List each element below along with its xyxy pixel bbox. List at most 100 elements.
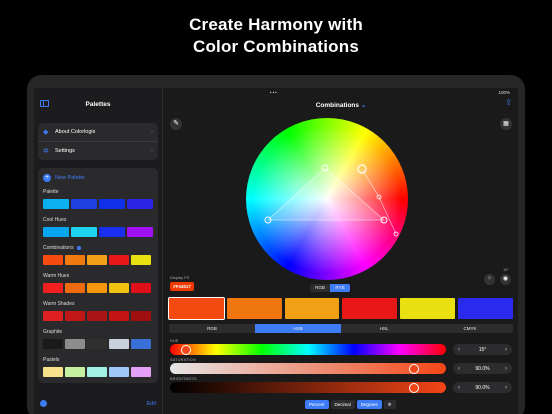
palette-swatch xyxy=(43,283,63,293)
saturation-slider-knob[interactable] xyxy=(409,363,420,374)
hue-slider-knob[interactable] xyxy=(180,344,191,355)
tab-cmyk[interactable]: CMYK xyxy=(427,324,513,333)
headline: Create Harmony with Color Combinations xyxy=(0,14,552,58)
combination-swatch[interactable] xyxy=(342,298,398,319)
wheel-tools: ⁘ ◉ xyxy=(484,258,514,288)
gear-icon: ✲ xyxy=(43,147,49,155)
palette-name: Warm Hues xyxy=(43,272,155,280)
combination-swatch[interactable] xyxy=(400,298,456,319)
palette-swatch xyxy=(109,283,129,293)
wheel-model-rgb[interactable]: RGB xyxy=(310,284,330,292)
palette-swatch xyxy=(109,255,129,265)
unit-degrees[interactable]: Degrees xyxy=(356,400,382,409)
new-palette-label: New Palette xyxy=(55,175,85,181)
hue-label: HUE xyxy=(170,339,179,343)
palette-swatch xyxy=(87,339,107,349)
palette-item[interactable]: Cool Hues xyxy=(43,216,155,237)
palette-swatch xyxy=(87,311,107,321)
palette-swatch xyxy=(131,311,151,321)
palette-name: Combinations xyxy=(43,244,155,252)
palette-item[interactable]: Warm Hues xyxy=(43,272,155,293)
palette-swatch xyxy=(65,311,85,321)
hue-value[interactable]: 15° xyxy=(465,347,500,353)
palette-item[interactable]: Palette xyxy=(43,188,155,209)
palette-name-text: Warm Hues xyxy=(43,273,70,279)
brightness-slider-knob[interactable] xyxy=(409,382,420,393)
slider-settings-icon[interactable]: ✲ xyxy=(383,400,396,409)
chevron-left-icon[interactable]: ‹ xyxy=(453,385,465,391)
info-icon[interactable] xyxy=(76,246,81,250)
unit-percent[interactable]: Percent xyxy=(305,400,329,409)
palette-swatches xyxy=(43,367,155,377)
palette-item[interactable]: Warm Shades xyxy=(43,300,155,321)
sidebar: Palettes ◆ About Colorlogix › ✲ Settings… xyxy=(34,88,163,414)
wheel-model-toggle: RGB RYB xyxy=(310,284,350,292)
palette-swatch xyxy=(71,199,97,209)
brightness-label: BRIGHTNESS xyxy=(170,377,197,381)
palette-swatches xyxy=(43,339,155,349)
combination-swatch[interactable] xyxy=(284,298,340,319)
palette-settings-icon[interactable] xyxy=(40,400,47,407)
brightness-value[interactable]: 90.0% xyxy=(465,385,500,391)
unit-options: Percent Decimal Degrees ✲ xyxy=(305,400,396,409)
palette-name: Graphite xyxy=(43,328,155,336)
palette-swatch xyxy=(87,255,107,265)
combination-swatch[interactable] xyxy=(458,298,513,319)
palette-swatch xyxy=(65,255,85,265)
saturation-stepper: ‹ 90.0% › xyxy=(453,363,512,374)
new-palette-button[interactable]: + New Palette xyxy=(43,173,85,183)
combination-swatch[interactable] xyxy=(168,297,225,320)
target-icon[interactable]: ◉ xyxy=(500,274,511,285)
tab-rgb[interactable]: RGB xyxy=(169,324,255,333)
scatter-icon[interactable]: ⁘ xyxy=(484,274,495,285)
share-icon[interactable]: ⇪ xyxy=(505,98,512,107)
palette-swatch xyxy=(109,339,129,349)
palette-swatch xyxy=(43,311,63,321)
palette-item[interactable]: Combinations xyxy=(43,244,155,265)
palette-swatch xyxy=(87,283,107,293)
unit-decimal[interactable]: Decimal xyxy=(330,400,355,409)
palette-name-text: Warm Shades xyxy=(43,301,75,307)
palette-name-text: Palette xyxy=(43,189,59,195)
main-panel: Combinations ⌄ ⇪ ✎ ▦ ⁘ ◉ 15° Display P3 … xyxy=(164,88,518,414)
palette-swatches xyxy=(43,283,155,293)
combination-swatches xyxy=(168,297,513,320)
hex-value-badge[interactable]: #F44617 xyxy=(170,282,194,291)
palette-swatch xyxy=(65,283,85,293)
chevron-right-icon[interactable]: › xyxy=(500,385,512,391)
edit-button[interactable]: Edit xyxy=(147,401,156,407)
palette-name: Palette xyxy=(43,188,155,196)
chevron-left-icon[interactable]: ‹ xyxy=(453,347,465,353)
brightness-slider[interactable] xyxy=(170,382,446,393)
chevron-right-icon[interactable]: › xyxy=(500,347,512,353)
saturation-slider[interactable] xyxy=(170,363,446,374)
color-space-label: Display P3 xyxy=(170,275,190,280)
menu-item-settings[interactable]: ✲ Settings › xyxy=(38,141,158,159)
chevron-left-icon[interactable]: ‹ xyxy=(453,366,465,372)
chevron-right-icon[interactable]: › xyxy=(500,366,512,372)
eyedropper-icon[interactable]: ✎ xyxy=(170,118,182,130)
palette-swatch xyxy=(43,339,63,349)
palette-swatches xyxy=(43,199,155,209)
grid-icon[interactable]: ▦ xyxy=(500,118,512,130)
combination-picker[interactable]: Combinations ⌄ xyxy=(164,101,518,109)
sidebar-menu: ◆ About Colorlogix › ✲ Settings › xyxy=(38,123,158,160)
hue-stepper: ‹ 15° › xyxy=(453,344,512,355)
sidebar-footer: Edit xyxy=(34,400,162,410)
plus-icon: + xyxy=(43,174,51,182)
palette-swatch xyxy=(43,199,69,209)
palette-name: Cool Hues xyxy=(43,216,155,224)
palette-item[interactable]: Pastels xyxy=(43,356,155,377)
palette-name: Warm Shades xyxy=(43,300,155,308)
menu-item-about[interactable]: ◆ About Colorlogix › xyxy=(38,123,158,141)
sidebar-title: Palettes xyxy=(85,101,111,108)
tab-hsb[interactable]: HSB xyxy=(255,324,341,333)
palette-swatch xyxy=(99,199,125,209)
saturation-value[interactable]: 90.0% xyxy=(465,366,500,372)
combination-swatch[interactable] xyxy=(226,298,282,319)
palette-item[interactable]: Graphite xyxy=(43,328,155,349)
palette-swatch xyxy=(109,367,129,377)
tab-hsl[interactable]: HSL xyxy=(341,324,427,333)
hue-slider[interactable] xyxy=(170,344,446,355)
wheel-model-ryb[interactable]: RYB xyxy=(330,284,350,292)
